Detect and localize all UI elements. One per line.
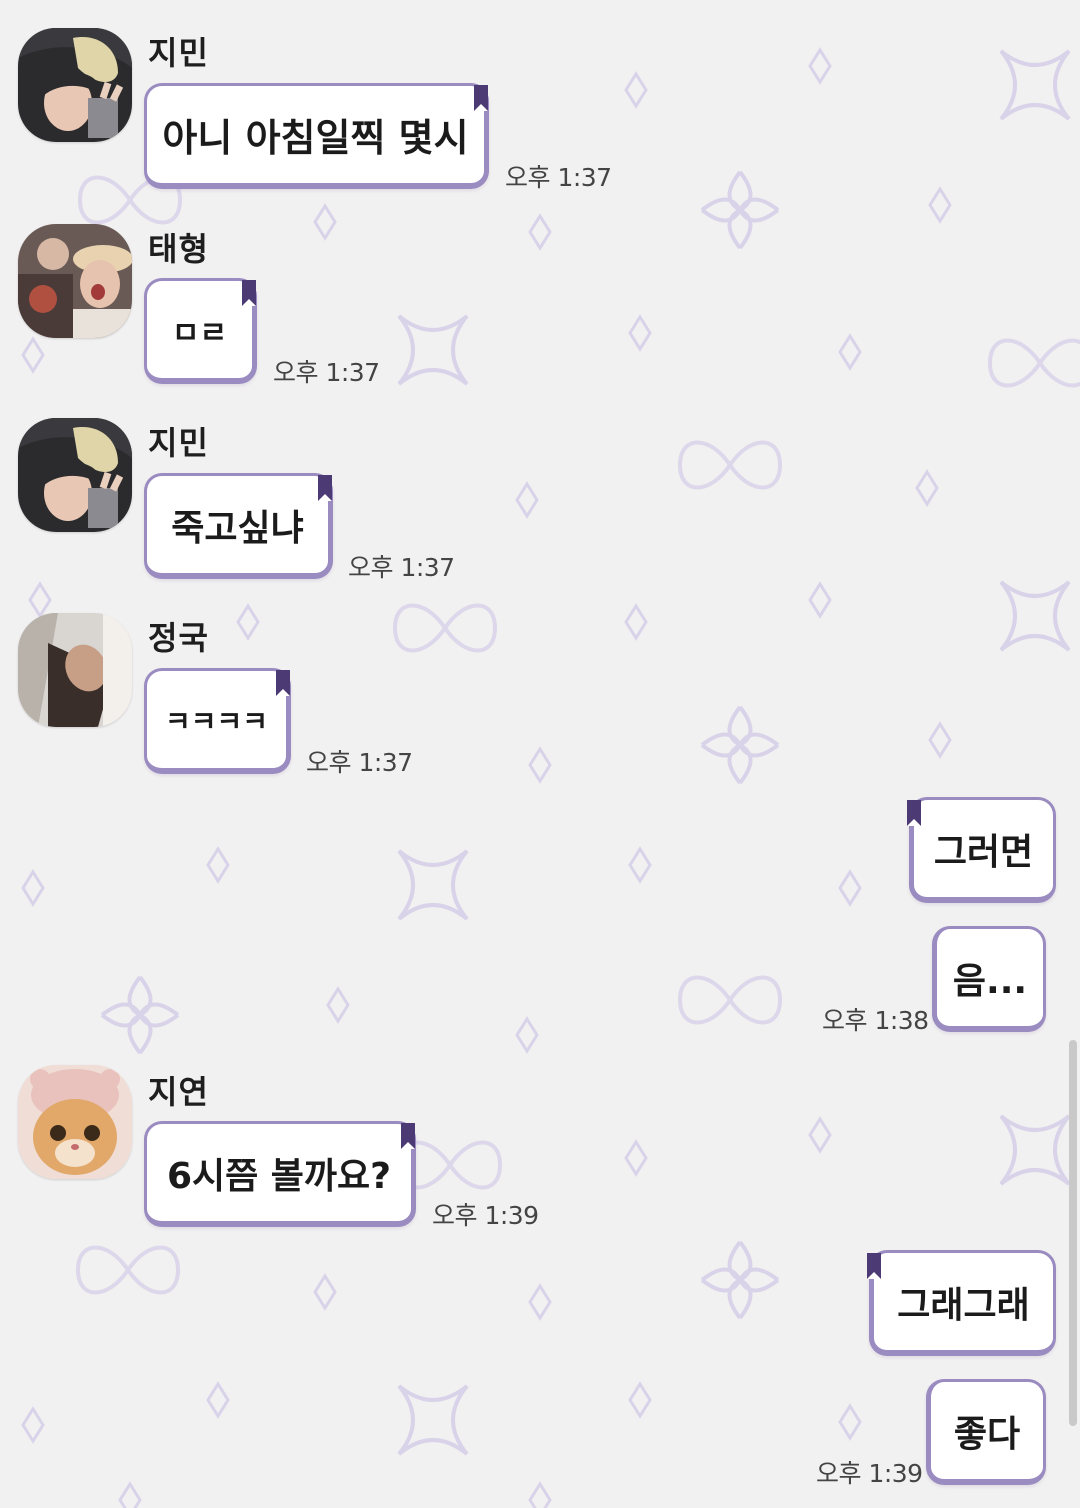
avatar-taehyung-icon[interactable] [18,224,132,338]
bookmark-tag-icon [318,475,332,501]
avatar-jiyeon-cat-icon[interactable] [18,1065,132,1179]
message-bubble[interactable]: 좋다 [926,1379,1046,1485]
message-time: 오후 1:37 [306,748,413,777]
avatar-jimin-icon[interactable] [18,28,132,142]
bookmark-tag-icon [276,670,290,696]
message-bubble[interactable]: 그러면 [909,797,1056,903]
message-time: 오후 1:39 [816,1459,923,1488]
sender-name: 지민 [148,424,209,462]
bookmark-tag-icon [867,1253,881,1279]
message-time: 오후 1:38 [822,1006,929,1035]
bookmark-tag-icon [474,85,488,111]
avatar-jimin-icon[interactable] [18,418,132,532]
bookmark-tag-icon [907,800,921,826]
message-time: 오후 1:37 [273,358,380,387]
message-time: 오후 1:37 [348,553,455,582]
message-bubble[interactable]: ㅁㄹ [144,278,257,384]
message-time: 오후 1:37 [505,163,612,192]
message-bubble[interactable]: 그래그래 [869,1250,1056,1356]
scrollbar[interactable] [1069,1040,1077,1426]
sender-name: 지민 [148,34,209,72]
message-bubble[interactable]: 음... [932,926,1046,1032]
bookmark-tag-icon [242,280,256,306]
sender-name: 정국 [148,619,209,657]
sender-name: 지연 [148,1073,209,1111]
message-time: 오후 1:39 [432,1201,539,1230]
sender-name: 태형 [148,230,209,268]
bookmark-tag-icon [401,1123,415,1149]
message-bubble[interactable]: 죽고싶냐 [144,473,333,579]
message-bubble[interactable]: 6시쯤 볼까요? [144,1121,416,1227]
avatar-jungkook-icon[interactable] [18,613,132,727]
message-bubble[interactable]: ㅋㅋㅋㅋ [144,668,291,774]
message-bubble[interactable]: 아니 아침일찍 몇시 [144,83,489,189]
